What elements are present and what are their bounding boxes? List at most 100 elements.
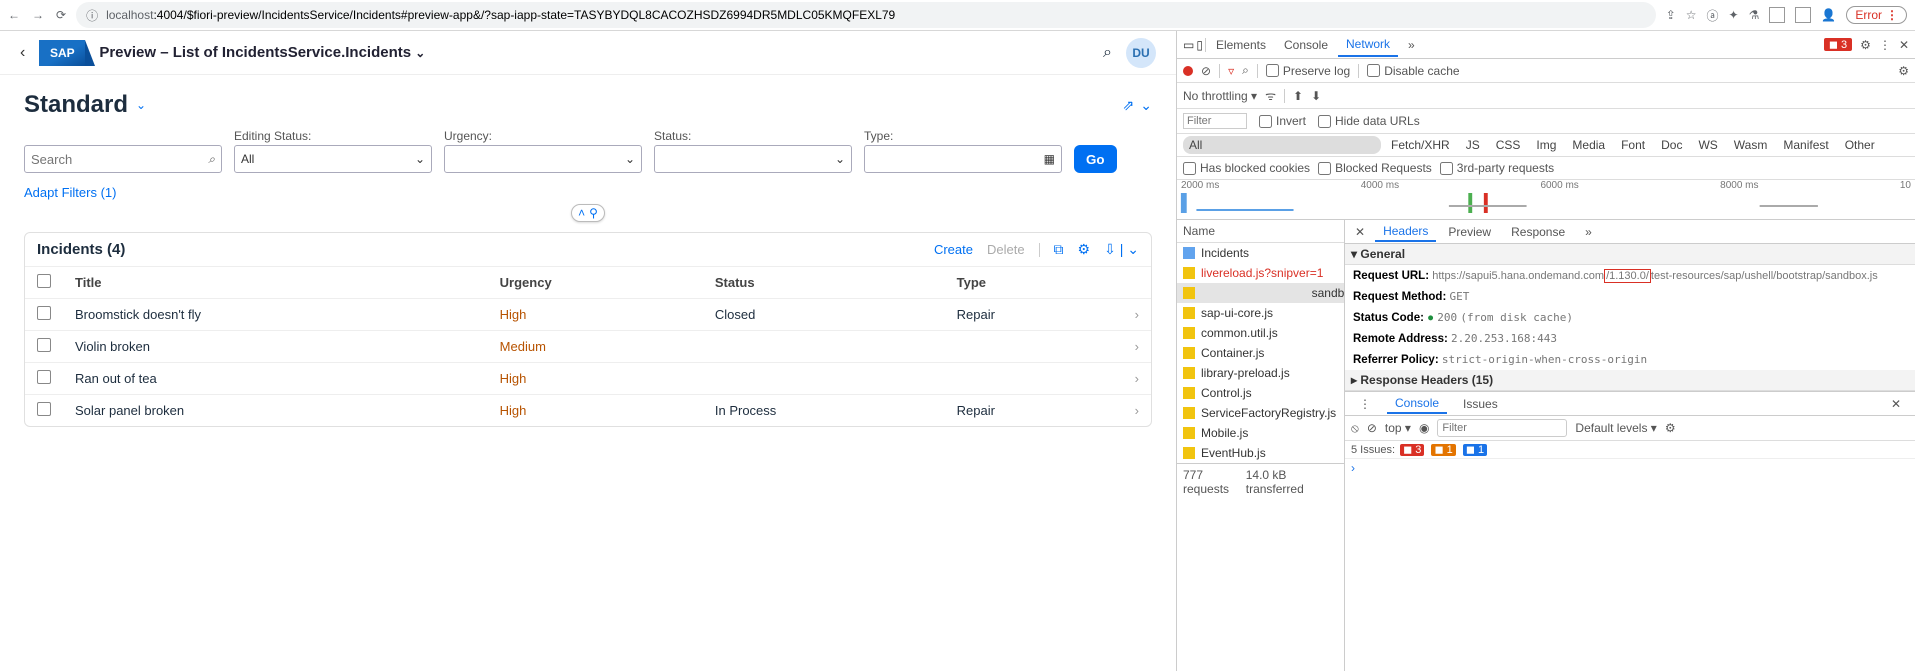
drawer-tab-console[interactable]: Console [1387,394,1447,414]
settings-icon[interactable]: ⚙ [1078,241,1091,258]
adapt-filters-link[interactable]: Adapt Filters (1) [24,185,116,200]
request-item[interactable]: common.util.js [1177,323,1344,343]
request-item[interactable]: sap-ui-core.js [1177,303,1344,323]
app-icon-1[interactable] [1769,7,1785,23]
avatar[interactable]: DU [1126,38,1156,68]
close-icon[interactable]: ✕ [1883,395,1909,413]
filter-toggle-icon[interactable]: ▿ [1228,64,1234,78]
filter-type-fetch/xhr[interactable]: Fetch/XHR [1385,136,1456,154]
status-select[interactable]: ⌄ [654,145,852,173]
search-icon[interactable]: ⌕ [208,152,215,167]
reload-icon[interactable]: ⟳ [56,8,66,22]
download-icon[interactable]: ⬇ [1311,89,1321,103]
cloud-icon[interactable]: ⓐ [1707,7,1719,24]
row-checkbox[interactable] [37,338,51,352]
request-item[interactable]: sandbox.js [1177,283,1345,303]
shell-back-icon[interactable]: ‹ [20,44,25,62]
inspect-icon[interactable]: ▭ [1183,38,1194,52]
tab-response[interactable]: Response [1503,223,1573,241]
has-blocked-cookies-checkbox[interactable]: Has blocked cookies [1183,161,1310,175]
name-header[interactable]: Name [1177,220,1344,243]
search-icon[interactable]: ⌕ [1242,63,1249,78]
filter-type-ws[interactable]: WS [1692,136,1723,154]
request-item[interactable]: livereload.js?snipver=1 [1177,263,1344,283]
filter-input[interactable] [1183,113,1247,129]
tab-console[interactable]: Console [1276,34,1336,56]
tab-more[interactable]: » [1400,34,1423,56]
app-icon-2[interactable] [1795,7,1811,23]
hide-data-urls-checkbox[interactable]: Hide data URLs [1318,114,1420,128]
nav-icon[interactable]: › [1121,395,1151,427]
close-icon[interactable]: ✕ [1349,225,1371,239]
request-item[interactable]: Container.js [1177,343,1344,363]
request-item[interactable]: ServiceFactoryRegistry.js [1177,403,1344,423]
record-icon[interactable] [1183,66,1193,76]
row-checkbox[interactable] [37,402,51,416]
device-icon[interactable]: ▯ [1196,38,1203,52]
preserve-log-checkbox[interactable]: Preserve log [1266,64,1350,78]
create-button[interactable]: Create [934,242,973,257]
close-icon[interactable]: ✕ [1899,38,1909,52]
kebab-icon[interactable]: ⋮ [1879,38,1891,52]
forward-icon[interactable]: → [32,8,44,22]
col-title[interactable]: Title [63,267,488,299]
disable-cache-checkbox[interactable]: Disable cache [1367,64,1459,78]
chevron-down-icon[interactable]: ⌄ [415,46,425,60]
search-input-inner[interactable] [31,152,208,167]
request-item[interactable]: Mobile.js [1177,423,1344,443]
filter-type-img[interactable]: Img [1530,136,1562,154]
collapse-pill[interactable]: ˄⚲ [571,204,605,222]
tab-network[interactable]: Network [1338,33,1398,57]
col-status[interactable]: Status [703,267,945,299]
star-icon[interactable]: ☆ [1686,8,1697,22]
upload-icon[interactable]: ⬆ [1293,89,1303,103]
col-urgency[interactable]: Urgency [488,267,703,299]
general-section[interactable]: ▾ General [1345,244,1915,265]
go-button[interactable]: Go [1074,145,1117,173]
tab-elements[interactable]: Elements [1208,34,1274,56]
back-icon[interactable]: ← [8,8,20,22]
levels-select[interactable]: Default levels ▾ [1575,421,1656,435]
clear-icon[interactable]: ⊘ [1201,64,1211,78]
flask-icon[interactable]: ⚗ [1749,8,1760,22]
console-filter-input[interactable] [1437,419,1567,437]
console-prompt[interactable]: › [1345,459,1915,477]
tab-more[interactable]: » [1577,223,1600,241]
tab-headers[interactable]: Headers [1375,222,1436,242]
urgency-select[interactable]: ⌄ [444,145,642,173]
response-headers-section[interactable]: ▸ Response Headers (15) [1345,370,1915,391]
search-icon[interactable]: ⌕ [1103,44,1112,62]
editing-status-select[interactable]: All ⌄ [234,145,432,173]
table-row[interactable]: Ran out of tea High › [25,363,1151,395]
gear-icon[interactable]: ⚙ [1860,38,1871,52]
copy-icon[interactable]: ⧉ [1054,241,1064,258]
table-row[interactable]: Violin broken Medium › [25,331,1151,363]
share-menu-icon[interactable]: ⌄ [1140,97,1152,114]
filter-type-css[interactable]: CSS [1490,136,1527,154]
request-item[interactable]: Incidents [1177,243,1344,263]
variant-dropdown-icon[interactable]: ⌄ [136,98,146,112]
extensions-icon[interactable]: ✦ [1729,8,1739,22]
drawer-tab-issues[interactable]: Issues [1455,395,1506,413]
table-row[interactable]: Solar panel broken High In Process Repai… [25,395,1151,427]
gear-icon[interactable]: ⚙ [1665,421,1676,435]
eye-icon[interactable]: ◉ [1419,421,1429,435]
tab-preview[interactable]: Preview [1440,223,1499,241]
request-item[interactable]: library-preload.js [1177,363,1344,383]
filter-type-js[interactable]: JS [1460,136,1486,154]
timeline[interactable]: 2000 ms4000 ms6000 ms8000 ms10 [1177,180,1915,220]
invert-checkbox[interactable]: Invert [1259,114,1306,128]
col-type[interactable]: Type [945,267,1121,299]
omnibox[interactable]: ⓘ localhost:4004/$fiori-preview/Incident… [76,2,1656,28]
request-item[interactable]: EventHub.js [1177,443,1344,463]
filter-type-other[interactable]: Other [1839,136,1881,154]
nav-icon[interactable]: › [1121,363,1151,395]
filter-type-all[interactable]: All [1183,136,1381,154]
error-badge[interactable]: ◼ 3 [1824,38,1852,51]
search-input[interactable]: ⌕ [24,145,222,173]
stop-icon[interactable]: ⊘ [1367,421,1377,435]
kebab-icon[interactable]: ⋮ [1351,395,1379,413]
filter-type-wasm[interactable]: Wasm [1728,136,1774,154]
select-all-checkbox[interactable] [37,274,51,288]
filter-type-media[interactable]: Media [1566,136,1611,154]
